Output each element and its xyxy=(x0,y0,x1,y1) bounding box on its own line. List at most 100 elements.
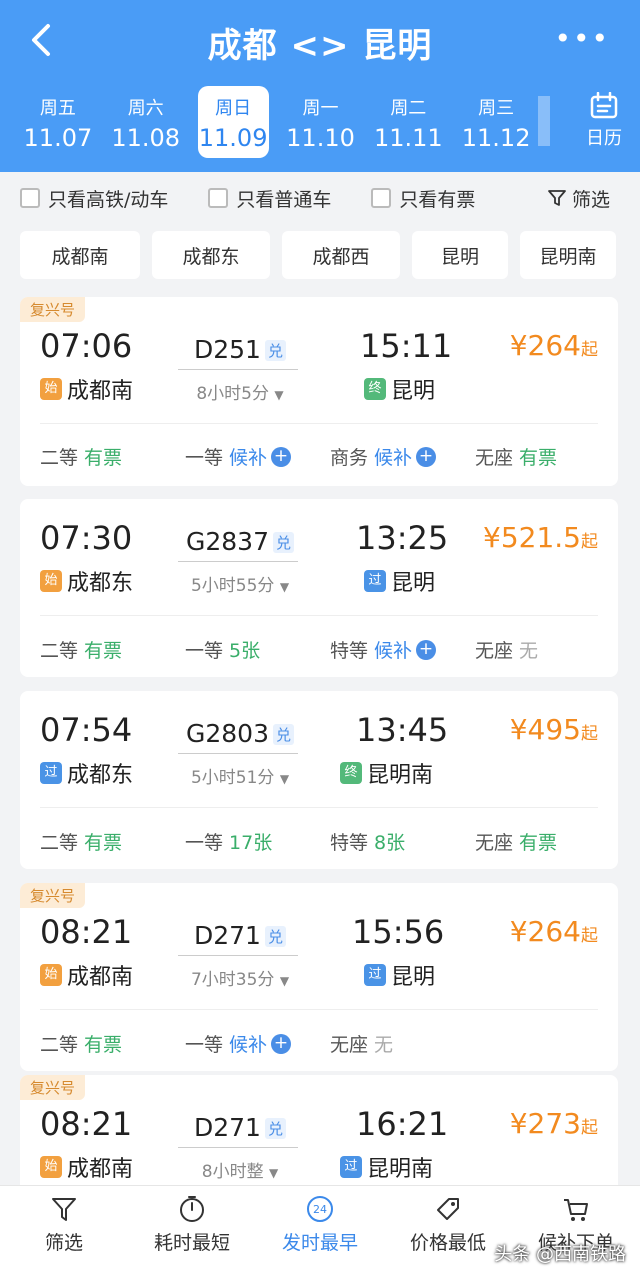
train-card[interactable]: 复兴号 08:21 D271 兑 15:56 ¥264起 始成都南 7小时35分 … xyxy=(20,883,618,1071)
to-station-name: 昆明 xyxy=(391,379,436,404)
date-tab[interactable]: 周三 11.12 xyxy=(452,86,540,158)
seat-name: 无座 xyxy=(475,832,514,854)
seat-item: 二等 有票 xyxy=(40,828,185,855)
train-number-text: D251 xyxy=(194,335,261,364)
seat-item[interactable]: 一等 候补 + xyxy=(185,443,330,470)
to-station-name: 昆明 xyxy=(391,965,436,990)
regular-train-checkbox[interactable]: 只看普通车 xyxy=(208,185,331,212)
to-station: 终昆明 xyxy=(364,373,435,405)
seat-item: 无座 有票 xyxy=(475,443,618,470)
date-tab[interactable]: 周六 11.08 xyxy=(102,86,190,158)
price: ¥264起 xyxy=(510,329,598,362)
date-day: 11.08 xyxy=(111,124,181,152)
duration[interactable]: 8小时整 ▼ xyxy=(180,1157,300,1182)
filter-button[interactable]: 筛选 xyxy=(547,180,610,216)
duration[interactable]: 7小时35分 ▼ xyxy=(180,965,300,990)
date-tab[interactable]: 周一 11.10 xyxy=(277,86,365,158)
seat-row: 二等 有票 一等 候补 + 商务 候补 + 无座 有票 xyxy=(40,443,618,470)
station-chip[interactable]: 成都东 xyxy=(152,231,270,279)
duration[interactable]: 5小时51分 ▼ xyxy=(180,763,300,788)
waitlist-plus-icon[interactable]: + xyxy=(271,1033,292,1054)
waitlist-plus-icon[interactable]: + xyxy=(416,446,437,467)
seat-name: 无座 xyxy=(475,640,514,662)
departure-time: 08:21 xyxy=(40,1105,133,1143)
to-station: 过昆明 xyxy=(364,959,435,991)
station-chip[interactable]: 昆明 xyxy=(412,231,508,279)
seat-item[interactable]: 特等 候补 + xyxy=(330,636,475,663)
redeem-badge: 兑 xyxy=(264,340,286,361)
seat-status: 有票 xyxy=(84,640,123,662)
end-badge: 终 xyxy=(364,378,386,400)
back-icon[interactable] xyxy=(26,20,60,60)
calendar-button[interactable]: 日历 xyxy=(580,92,628,150)
seat-name: 一等 xyxy=(185,1034,224,1056)
departure-time: 07:54 xyxy=(40,711,133,749)
calendar-label: 日历 xyxy=(586,128,622,149)
date-tab[interactable]: 周二 11.11 xyxy=(364,86,452,158)
start-badge: 始 xyxy=(40,378,62,400)
train-number-underline xyxy=(178,753,298,754)
station-chip[interactable]: 成都西 xyxy=(282,231,400,279)
seat-name: 一等 xyxy=(185,447,224,469)
redeem-badge: 兑 xyxy=(272,532,294,553)
seat-status: 有票 xyxy=(84,447,123,469)
seat-item[interactable]: 一等 候补 + xyxy=(185,1030,330,1057)
station-chip[interactable]: 昆明南 xyxy=(520,231,616,279)
duration[interactable]: 5小时55分 ▼ xyxy=(180,571,300,596)
seat-row: 二等 有票 一等 17张 特等 8张 无座 有票 xyxy=(40,828,618,855)
date-tab[interactable]: 周五 11.07 xyxy=(14,86,102,158)
date-strip-fade xyxy=(538,96,550,146)
duration[interactable]: 8小时5分 ▼ xyxy=(180,379,300,404)
waitlist-plus-icon[interactable]: + xyxy=(271,446,292,467)
more-icon[interactable]: ••• xyxy=(554,22,610,55)
seat-item: 二等 有票 xyxy=(40,1030,185,1057)
high-speed-checkbox[interactable]: 只看高铁/动车 xyxy=(20,185,168,212)
seat-status: 8张 xyxy=(374,832,406,854)
card-divider xyxy=(40,1009,598,1010)
chevron-down-icon: ▼ xyxy=(279,580,290,594)
station-chip[interactable]: 成都南 xyxy=(20,231,140,279)
seat-item[interactable]: 商务 候补 + xyxy=(330,443,475,470)
seat-row: 二等 有票 一等 候补 + 无座无 xyxy=(40,1030,618,1057)
seat-status: 无 xyxy=(519,640,539,662)
funnel-icon xyxy=(548,190,566,206)
train-number: D251 兑 xyxy=(180,335,300,364)
train-number: D271 兑 xyxy=(180,921,300,950)
redeem-badge: 兑 xyxy=(272,724,294,745)
date-weekday: 周三 xyxy=(478,98,515,119)
duration-text: 8小时整 xyxy=(201,1162,264,1182)
train-card[interactable]: 复兴号 08:21 D271 兑 16:21 ¥273起 始成都南 8小时整 ▼ … xyxy=(20,1075,618,1195)
filter-tab[interactable]: 筛选 xyxy=(0,1186,128,1273)
from-station-name: 成都东 xyxy=(67,571,134,596)
card-divider xyxy=(40,615,598,616)
chevron-down-icon: ▼ xyxy=(274,388,284,402)
date-day: 11.11 xyxy=(373,124,443,152)
date-tab-selected[interactable]: 周日 11.09 xyxy=(197,86,269,158)
train-card[interactable]: 07:30 G2837 兑 13:25 ¥521.5起 始成都东 5小时55分 ▼… xyxy=(20,499,618,677)
date-day: 11.12 xyxy=(461,124,531,152)
train-number-underline xyxy=(178,955,298,956)
sort-shortest-tab[interactable]: 耗时最短 xyxy=(128,1186,256,1273)
page-title: 成都 <> 昆明 xyxy=(207,26,433,66)
train-card[interactable]: 复兴号 07:06 D251 兑 15:11 ¥264起 始成都南 8小时5分 ▼… xyxy=(20,297,618,486)
sort-earliest-label: 发时最早 xyxy=(281,1232,358,1254)
chevron-down-icon: ▼ xyxy=(279,772,290,786)
arrival-time: 13:45 xyxy=(356,711,449,749)
available-only-checkbox[interactable]: 只看有票 xyxy=(371,185,475,212)
sort-lowest-price-tab[interactable]: 价格最低 xyxy=(384,1186,512,1273)
arrival-time: 16:21 xyxy=(356,1105,449,1143)
redeem-badge: 兑 xyxy=(264,926,286,947)
seat-item: 二等 有票 xyxy=(40,443,185,470)
pass-badge: 过 xyxy=(364,570,386,592)
date-weekday: 周日 xyxy=(215,98,252,119)
header-bar: 成都 <> 昆明 ••• 周五 11.07 周六 11.08 周日 11.09 … xyxy=(0,0,640,172)
sort-earliest-tab[interactable]: 24 发时最早 xyxy=(256,1186,384,1273)
seat-name: 无座 xyxy=(475,447,514,469)
seat-status: 候补 xyxy=(374,447,413,469)
timer-icon xyxy=(180,1196,204,1222)
seat-item: 无座无 xyxy=(330,1030,475,1057)
train-number: G2803 兑 xyxy=(180,719,300,748)
train-card[interactable]: 07:54 G2803 兑 13:45 ¥495起 过成都东 5小时51分 ▼ 终… xyxy=(20,691,618,869)
waitlist-plus-icon[interactable]: + xyxy=(416,639,437,660)
from-station: 始成都东 xyxy=(40,565,133,597)
